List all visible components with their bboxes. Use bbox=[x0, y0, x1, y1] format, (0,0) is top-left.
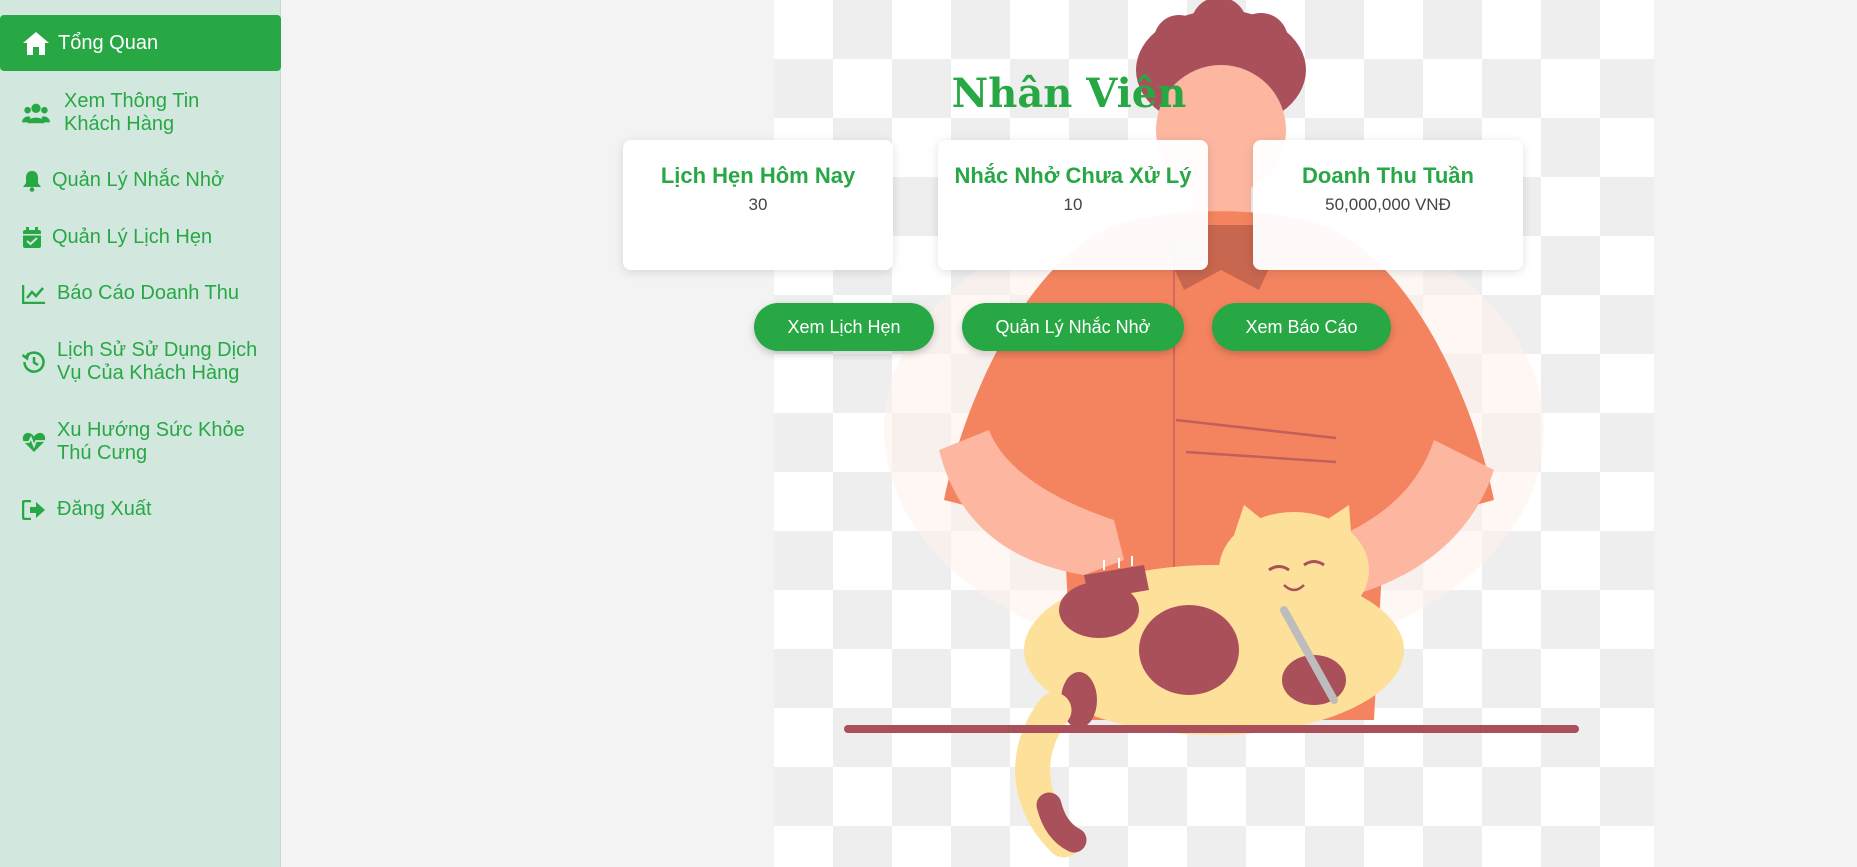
history-icon bbox=[22, 350, 46, 374]
home-icon bbox=[22, 30, 50, 56]
sidebar-item-appointments[interactable]: Quản Lý Lịch Hẹn bbox=[0, 226, 280, 249]
sidebar-item-label: Xu Hướng Sức Khỏe Thú Cưng bbox=[57, 419, 245, 464]
stat-card-title: Lịch Hẹn Hôm Nay bbox=[660, 163, 856, 188]
sidebar-item-pet-health-trends[interactable]: Xu Hướng Sức Khỏe Thú Cưng bbox=[0, 419, 280, 465]
main-content: Nhân Viên Lịch Hẹn Hôm Nay 30 Nhắc Nhở C… bbox=[281, 0, 1857, 867]
stat-card-title: Doanh Thu Tuần bbox=[1302, 163, 1474, 188]
calendar-check-icon bbox=[22, 226, 42, 249]
stat-card-value: 10 bbox=[1063, 195, 1083, 214]
sidebar-item-label: Báo Cáo Doanh Thu bbox=[57, 282, 239, 304]
sidebar-item-service-history[interactable]: Lịch Sử Sử Dụng Dịch Vụ Của Khách Hàng bbox=[0, 339, 280, 385]
stat-card-value: 50,000,000 VNĐ bbox=[1325, 195, 1451, 214]
sidebar-item-overview[interactable]: Tổng Quan bbox=[0, 15, 281, 71]
sidebar-item-label: Đăng Xuất bbox=[57, 498, 152, 520]
stat-card-pending-reminders: Nhắc Nhở Chưa Xử Lý 10 bbox=[938, 140, 1208, 270]
sidebar-item-label: Quản Lý Nhắc Nhở bbox=[52, 169, 225, 191]
sidebar-item-revenue-report[interactable]: Báo Cáo Doanh Thu bbox=[0, 282, 280, 305]
logout-icon bbox=[22, 499, 46, 520]
sidebar-item-label: Tổng Quan bbox=[58, 31, 159, 54]
stat-card-weekly-revenue: Doanh Thu Tuần 50,000,000 VNĐ bbox=[1253, 140, 1523, 270]
manage-reminders-button[interactable]: Quản Lý Nhắc Nhở bbox=[962, 303, 1184, 351]
chart-line-icon bbox=[22, 284, 46, 304]
bell-icon bbox=[22, 170, 42, 192]
view-appointments-button[interactable]: Xem Lịch Hẹn bbox=[754, 303, 934, 351]
groomer-cat-illustration bbox=[844, 0, 1579, 858]
stat-card-title: Nhắc Nhở Chưa Xử Lý bbox=[954, 163, 1192, 188]
sidebar: Tổng Quan Xem Thông Tin Khách Hàng Quản … bbox=[0, 0, 281, 867]
hero-illustration bbox=[774, 0, 1654, 867]
view-report-button[interactable]: Xem Báo Cáo bbox=[1212, 303, 1391, 351]
page-title: Nhân Viên bbox=[951, 70, 1187, 117]
stat-card-value: 30 bbox=[748, 195, 768, 214]
stat-card-appointments-today: Lịch Hẹn Hôm Nay 30 bbox=[623, 140, 893, 270]
heartbeat-icon bbox=[22, 431, 46, 453]
sidebar-item-label: Lịch Sử Sử Dụng Dịch Vụ Của Khách Hàng bbox=[57, 339, 258, 384]
sidebar-item-reminders[interactable]: Quản Lý Nhắc Nhở bbox=[0, 169, 280, 192]
sidebar-item-logout[interactable]: Đăng Xuất bbox=[0, 498, 280, 521]
sidebar-item-label: Quản Lý Lịch Hẹn bbox=[52, 226, 213, 248]
